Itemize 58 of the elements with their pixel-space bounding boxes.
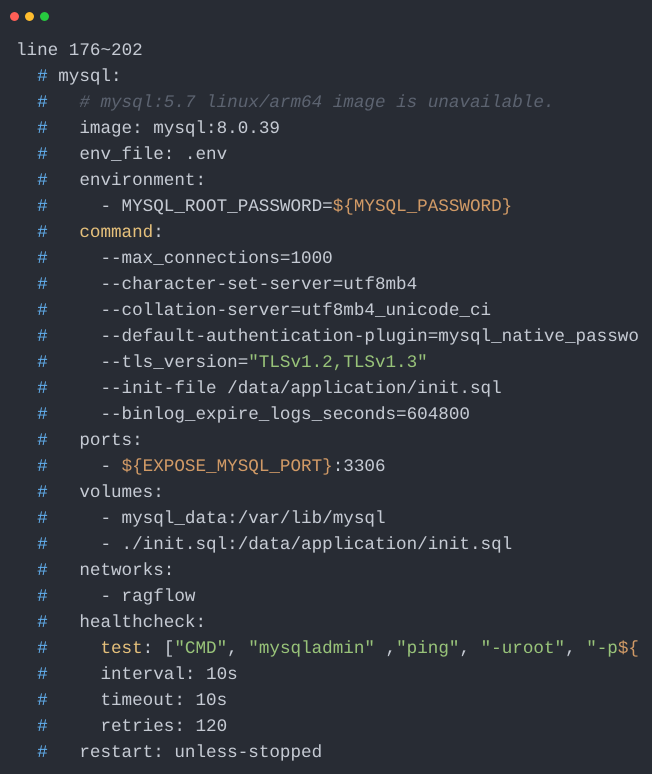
code-line: networks: — [79, 560, 174, 583]
comment-marker: # — [37, 170, 48, 193]
code-line: test: ["CMD", "mysqladmin" ,"ping", "-uroot", "-p${ — [100, 638, 639, 661]
code-line: environment: — [79, 170, 206, 193]
comment-marker: # — [37, 248, 48, 271]
comment-marker: # — [37, 482, 48, 505]
comment-marker: # — [37, 326, 48, 349]
code-line: healthcheck: — [79, 612, 206, 635]
comment-marker: # — [37, 144, 48, 167]
code-line: command: — [79, 222, 164, 245]
comment-marker: # — [37, 456, 48, 479]
comment-marker: # — [37, 352, 48, 375]
code-line: - ragflow — [100, 586, 196, 609]
code-line: line 176~202 — [16, 40, 143, 63]
code-line: image: mysql:8.0.39 — [79, 118, 280, 141]
comment-marker: # — [37, 560, 48, 583]
comment-marker: # — [37, 92, 48, 115]
comment-marker: # — [37, 612, 48, 635]
comment-marker: # — [37, 742, 48, 765]
window-button[interactable] — [10, 12, 19, 20]
code-line: - mysql_data:/var/lib/mysql — [100, 508, 386, 531]
comment-marker: # — [37, 118, 48, 141]
code-line: interval: 10s — [100, 664, 238, 687]
code-line: --init-file /data/application/init.sql — [100, 378, 502, 401]
comment-marker: # — [37, 378, 48, 401]
code-line: ports: — [79, 430, 143, 453]
comment-marker: # — [37, 196, 48, 219]
code-line: --default-authentication-plugin=mysql_native_passwo — [100, 326, 639, 349]
comment-marker: # — [37, 534, 48, 557]
code-line: env_file: .env — [79, 144, 228, 167]
comment-marker: # — [37, 274, 48, 297]
code-line: --binlog_expire_logs_seconds=604800 — [100, 404, 470, 427]
comment-marker: # — [37, 404, 48, 427]
comment-marker: # — [37, 638, 48, 661]
comment-marker: # — [37, 716, 48, 739]
comment-marker: # — [37, 508, 48, 531]
comment-marker: # — [37, 222, 48, 245]
comment-marker: # — [37, 664, 48, 687]
code-line: timeout: 10s — [100, 690, 228, 713]
window-button[interactable] — [25, 12, 34, 20]
code-line: retries: 120 — [100, 716, 228, 739]
code-line: - ./init.sql:/data/application/init.sql — [100, 534, 512, 557]
code-line: restart: unless-stopped — [79, 742, 322, 765]
code-line: --collation-server=utf8mb4_unicode_ci — [100, 300, 492, 323]
code-line: --character-set-server=utf8mb4 — [100, 274, 418, 297]
code-line: volumes: — [79, 482, 164, 505]
code-line: - MYSQL_ROOT_PASSWORD=${MYSQL_PASSWORD} — [100, 196, 512, 219]
code-line: - ${EXPOSE_MYSQL_PORT}:3306 — [100, 456, 386, 479]
comment-marker: # — [37, 300, 48, 323]
code-line: --tls_version="TLSv1.2,TLSv1.3" — [100, 352, 428, 375]
code-line: # mysql:5.7 linux/arm64 image is unavailable. — [79, 92, 554, 115]
window-button[interactable] — [40, 12, 49, 20]
comment-marker: # — [37, 430, 48, 453]
comment-marker: # — [37, 586, 48, 609]
comment-marker: # — [37, 690, 48, 713]
code-line: --max_connections=1000 — [100, 248, 333, 271]
comment-marker: # — [37, 66, 48, 89]
code-line: mysql: — [58, 66, 122, 89]
